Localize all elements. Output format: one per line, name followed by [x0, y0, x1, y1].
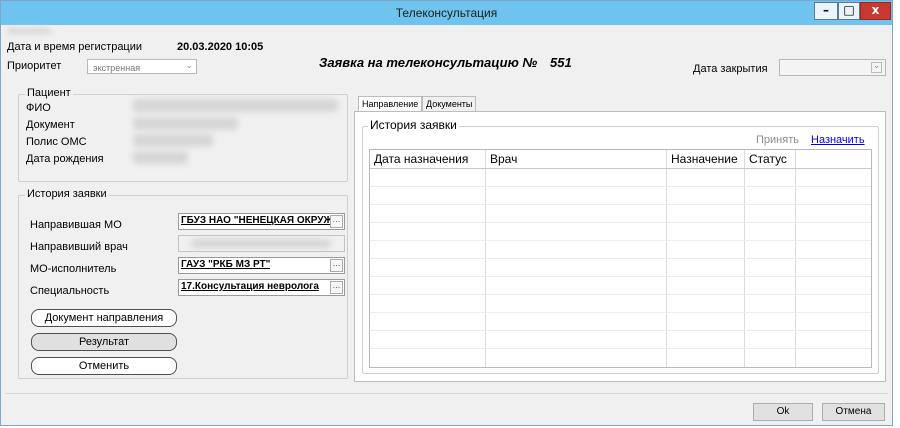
executor-label: МО-исполнитель — [30, 263, 117, 275]
browse-icon[interactable]: ... — [330, 259, 343, 272]
request-number: 551 — [550, 55, 572, 70]
executor-value: ГАУЗ "РКБ МЗ РТ" — [181, 259, 271, 270]
row-divider — [370, 222, 871, 223]
header-divider — [370, 168, 871, 169]
oms-value — [133, 134, 213, 147]
row-divider — [370, 258, 871, 259]
document-direction-button[interactable]: Документ направления — [31, 309, 177, 327]
row-divider — [370, 240, 871, 241]
close-date-label: Дата закрытия — [693, 63, 768, 75]
browse-icon[interactable]: ... — [330, 281, 343, 294]
minimize-button[interactable]: – — [814, 2, 838, 20]
cancel-request-button[interactable]: Отменить — [31, 357, 177, 375]
cancel-button[interactable]: Отмена — [822, 403, 885, 421]
specialty-label: Специальность — [30, 285, 110, 297]
birth-date-value — [133, 151, 188, 164]
row-divider — [370, 276, 871, 277]
maximize-button[interactable]: □ — [838, 2, 860, 20]
title-bar[interactable]: Телеконсультация – □ x — [1, 1, 892, 25]
column-header-doctor[interactable]: Врач — [486, 150, 676, 168]
specialty-field[interactable]: 17.Консультация невролога ... — [178, 279, 345, 296]
chevron-down-icon: ⌄ — [871, 61, 882, 73]
assign-link[interactable]: Назначить — [811, 134, 865, 146]
column-header-date[interactable]: Дата назначения — [370, 150, 484, 168]
blurred-header-text — [7, 28, 51, 34]
registration-value: 20.03.2020 10:05 — [177, 41, 264, 53]
teleconsultation-window: Телеконсультация – □ x Дата и время реги… — [0, 0, 893, 426]
request-title: Заявка на телеконсультацию № — [319, 55, 538, 70]
registration-label: Дата и время регистрации — [7, 41, 143, 53]
sending-doctor-field[interactable] — [178, 235, 345, 252]
executor-field[interactable]: ГАУЗ "РКБ МЗ РТ" ... — [178, 257, 345, 274]
tab-documents[interactable]: Документы — [422, 96, 477, 112]
accept-link[interactable]: Принять — [756, 134, 799, 146]
request-history-title: История заявки — [25, 188, 109, 200]
history-table[interactable]: Дата назначения Врач Назначение Статус — [369, 149, 872, 368]
fio-label: ФИО — [26, 102, 51, 114]
sending-mo-value: ГБУЗ НАО "НЕНЕЦКАЯ ОКРУЖ — [181, 215, 331, 226]
result-button[interactable]: Результат — [31, 333, 177, 351]
ok-button[interactable]: Ok — [753, 403, 813, 421]
oms-label: Полис ОМС — [26, 136, 87, 148]
footer-divider — [5, 393, 888, 394]
specialty-value: 17.Консультация невролога — [181, 281, 319, 292]
row-divider — [370, 204, 871, 205]
document-label: Документ — [26, 119, 75, 131]
priority-select[interactable]: экстренная ⌄ — [87, 59, 197, 74]
window-title: Телеконсультация — [395, 6, 498, 20]
column-header-assignment[interactable]: Назначение — [667, 150, 741, 168]
document-value — [133, 117, 238, 130]
row-divider — [370, 330, 871, 331]
chevron-down-icon: ⌄ — [185, 61, 193, 71]
close-date-picker[interactable]: ⌄ — [779, 59, 886, 76]
sending-doctor-value — [191, 239, 331, 248]
patient-group-title: Пациент — [25, 87, 73, 99]
column-header-status[interactable]: Статус — [745, 150, 795, 168]
birth-date-label: Дата рождения — [26, 153, 104, 165]
priority-label: Приоритет — [7, 60, 62, 72]
row-divider — [370, 312, 871, 313]
row-divider — [370, 294, 871, 295]
sending-mo-label: Направившая МО — [30, 219, 122, 231]
close-button[interactable]: x — [860, 2, 891, 20]
priority-value: экстренная — [93, 63, 141, 73]
sending-doctor-label: Направивший врач — [30, 241, 128, 253]
sending-mo-field[interactable]: ГБУЗ НАО "НЕНЕЦКАЯ ОКРУЖ ... — [178, 213, 345, 230]
fio-value — [133, 99, 338, 112]
right-history-title: История заявки — [368, 118, 459, 132]
row-divider — [370, 348, 871, 349]
row-divider — [370, 186, 871, 187]
browse-icon[interactable]: ... — [330, 215, 343, 228]
